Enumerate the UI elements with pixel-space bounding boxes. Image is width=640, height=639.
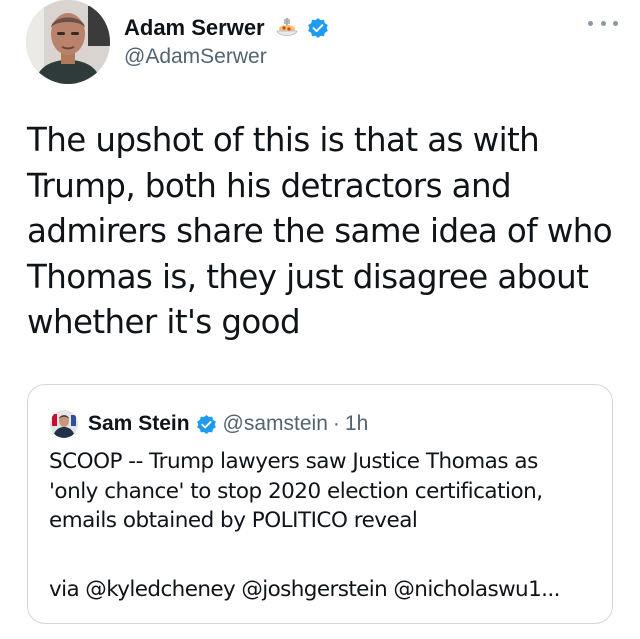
author-display-name[interactable]: Adam Serwer — [124, 15, 265, 41]
quoted-text-line: SCOOP -- Trump lawyers saw Justice Thoma… — [49, 449, 538, 474]
more-dot-icon — [600, 20, 606, 26]
verified-badge-icon — [307, 17, 329, 39]
tweet-text-line: The upshot of this is that as with — [27, 121, 540, 159]
spaghetti-icon — [275, 16, 299, 40]
tweet-text-line: Trump, both his detractors and — [27, 166, 512, 205]
author-handle[interactable]: @AdamSerwer — [124, 45, 267, 69]
quoted-tweet-header: Sam Stein @samstein · 1h — [50, 409, 368, 439]
author-avatar-image — [26, 0, 110, 84]
tweet-text-line: admirers share the same idea of who — [27, 212, 613, 250]
quoted-tweet-text: SCOOP -- Trump lawyers saw Justice Thoma… — [49, 447, 601, 536]
quoted-via-mentions: via @kyledcheney @joshgerstein @nicholas… — [49, 577, 560, 602]
quoted-text-line: 'only chance' to stop 2020 election cert… — [49, 478, 543, 504]
tweet-text: The upshot of this is that as with Trump… — [27, 118, 617, 346]
quoted-timestamp[interactable]: 1h — [345, 412, 368, 436]
more-dot-icon — [588, 20, 593, 26]
quoted-author-avatar[interactable] — [50, 410, 78, 438]
quoted-author-display-name[interactable]: Sam Stein — [88, 412, 190, 436]
verified-badge-icon — [196, 414, 217, 435]
more-options-icon[interactable] — [588, 14, 618, 32]
author-name-row: Adam Serwer — [124, 14, 329, 42]
author-avatar[interactable] — [26, 0, 110, 84]
timestamp-separator: · — [332, 412, 340, 435]
tweet-text-line: Thomas is, they just disagree about — [27, 257, 589, 296]
quoted-author-avatar-image — [50, 410, 78, 438]
tweet-card: Adam Serwer @AdamSerwer The upshot of th… — [0, 0, 640, 639]
tweet-text-line: whether it's good — [27, 303, 301, 341]
quoted-text-line: emails obtained by POLITICO reveal — [49, 508, 418, 533]
more-dot-icon — [613, 20, 618, 26]
quoted-tweet[interactable]: Sam Stein @samstein · 1h SCOOP -- Trump … — [27, 384, 613, 624]
quoted-author-handle[interactable]: @samstein — [223, 412, 328, 436]
